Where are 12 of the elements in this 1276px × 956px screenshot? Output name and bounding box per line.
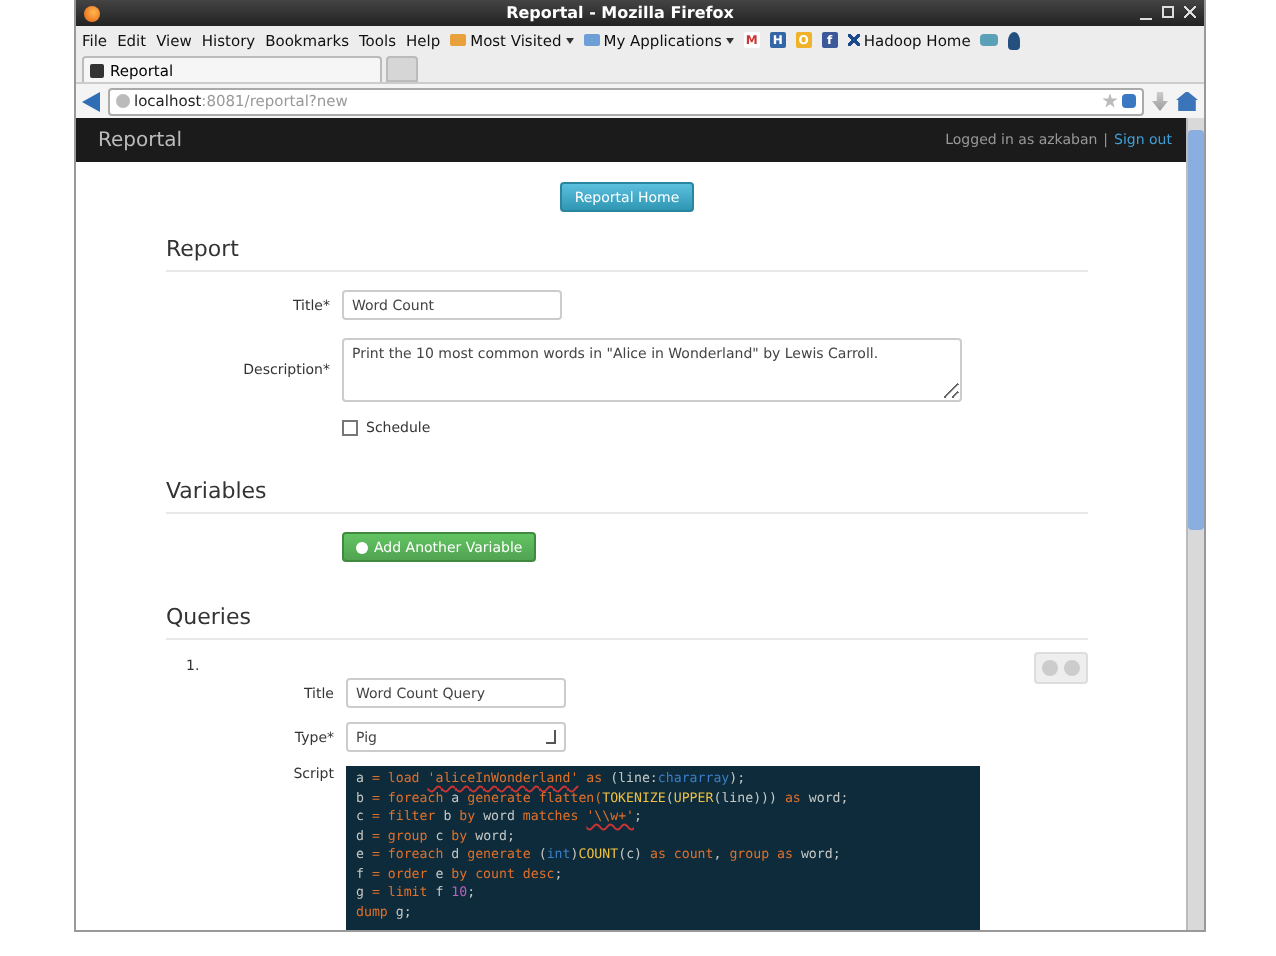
- section-heading: Queries: [166, 604, 253, 630]
- scrollbar[interactable]: [1186, 118, 1204, 930]
- window-title: Reportal - Mozilla Firefox: [504, 4, 736, 22]
- schedule-checkbox[interactable]: [342, 420, 358, 436]
- home-icon[interactable]: [1176, 91, 1198, 111]
- brand-link[interactable]: Reportal: [98, 129, 183, 151]
- section-heading: Variables: [166, 478, 269, 504]
- code-editor[interactable]: [346, 766, 980, 930]
- maximize-icon[interactable]: [1162, 6, 1174, 18]
- section-heading: Report: [166, 236, 241, 262]
- browser-logo-icon: [84, 5, 100, 21]
- close-icon[interactable]: [1184, 6, 1196, 18]
